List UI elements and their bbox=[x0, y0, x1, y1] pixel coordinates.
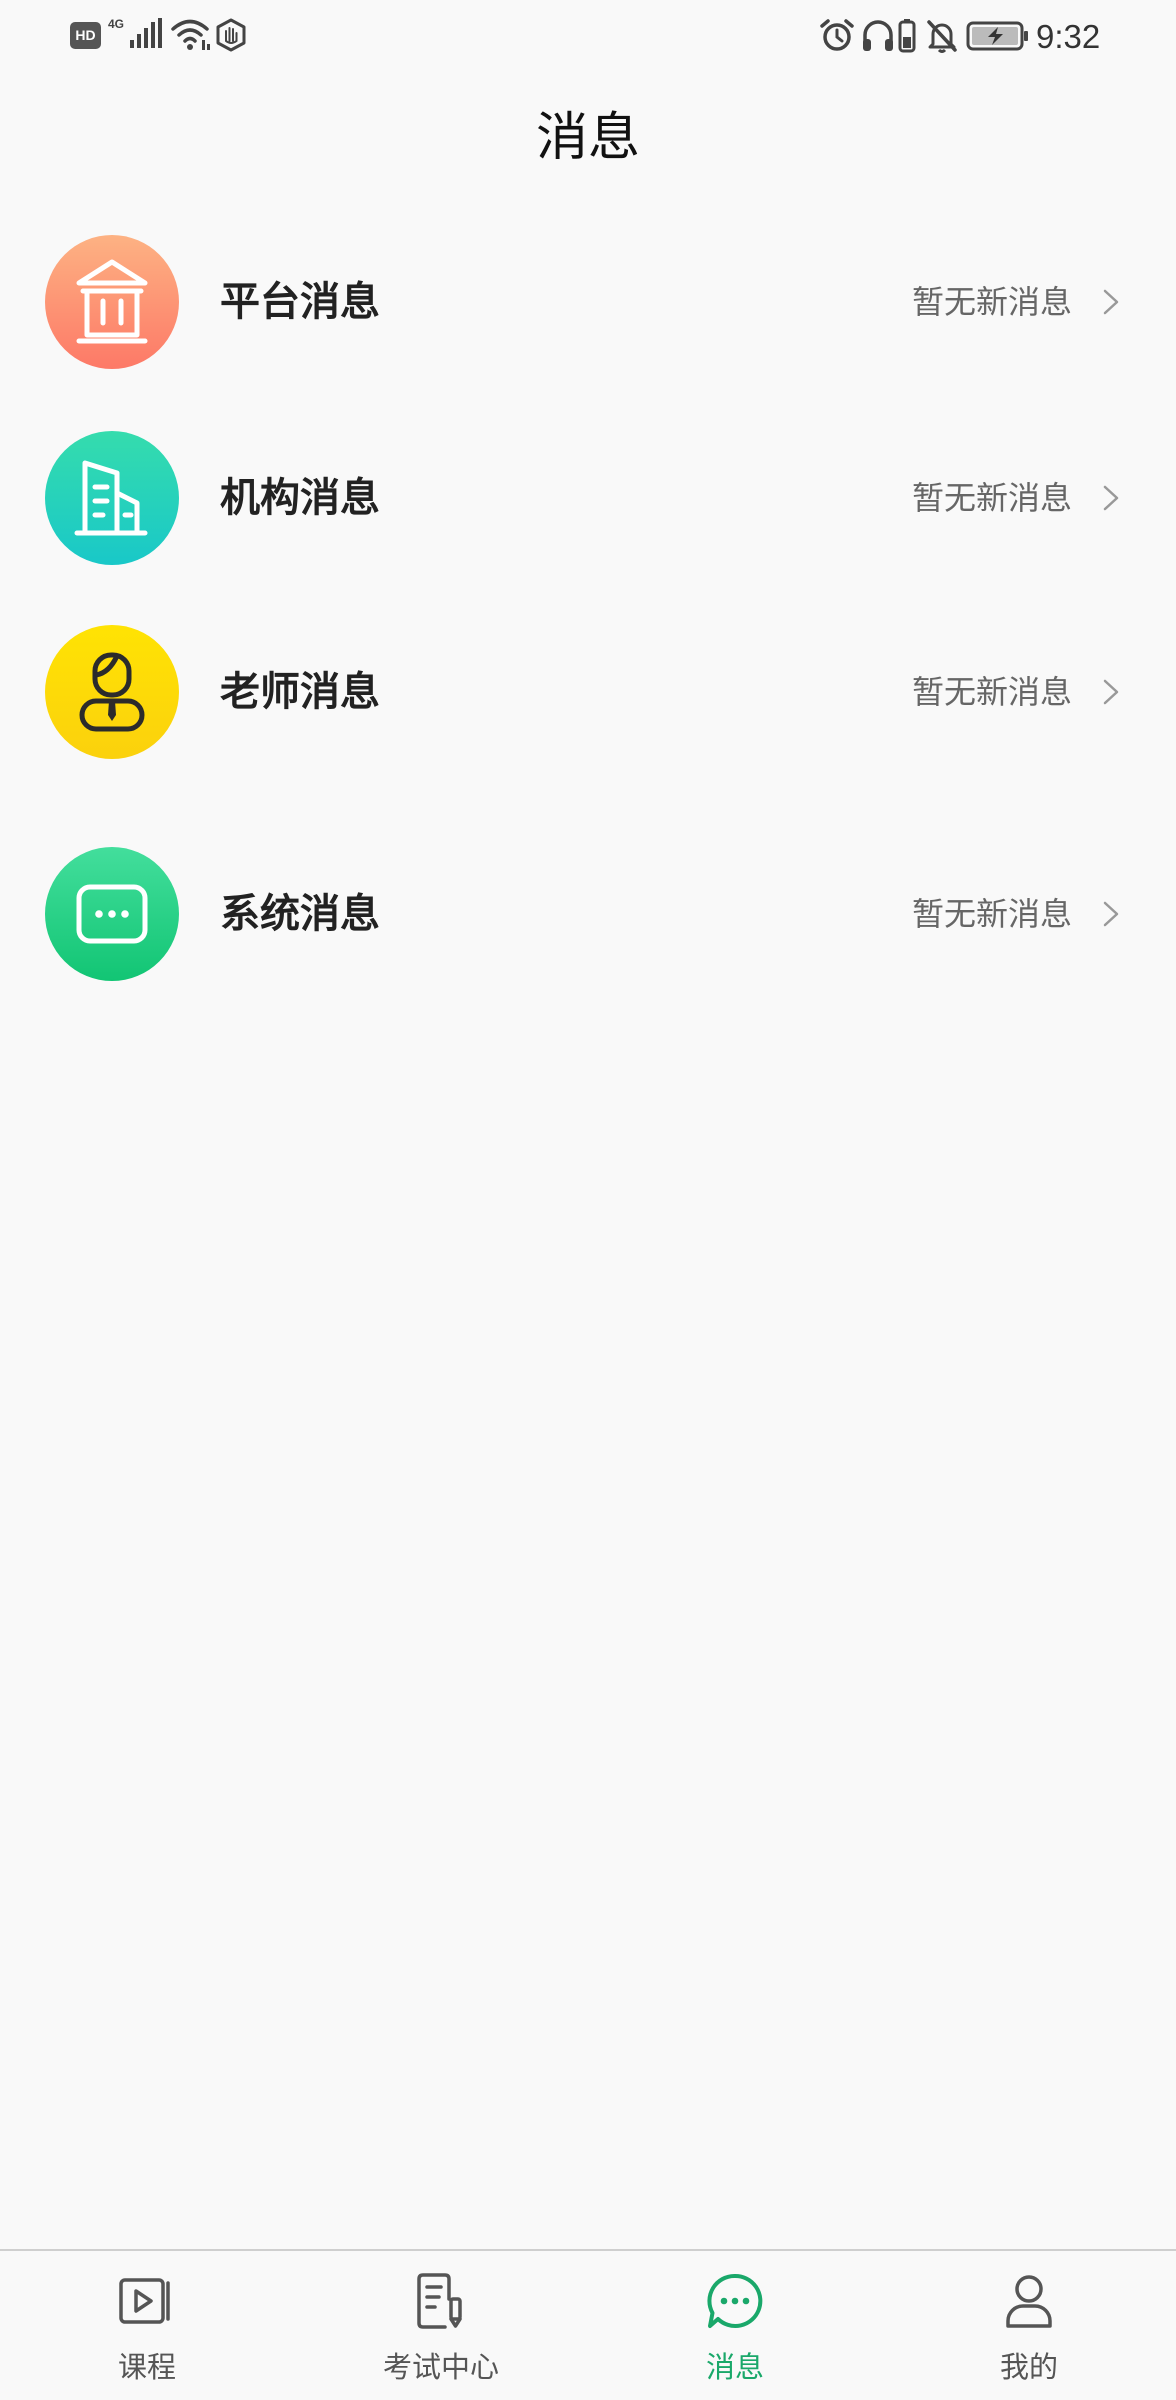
chevron-right-icon bbox=[1103, 679, 1119, 705]
tab-label: 课程 bbox=[117, 2350, 176, 2384]
chevron-right-icon bbox=[1103, 901, 1119, 927]
teacher-icon bbox=[45, 625, 179, 759]
row-title: 机构消息 bbox=[220, 475, 380, 521]
list-item-institution-messages[interactable]: 机构消息 暂无新消息 bbox=[0, 408, 1176, 588]
wifi-icon bbox=[171, 19, 210, 50]
row-title: 老师消息 bbox=[220, 669, 380, 715]
hexagon-hand-icon bbox=[216, 18, 246, 52]
headphones-icon bbox=[863, 20, 893, 51]
list-item-platform-messages[interactable]: 平台消息 暂无新消息 bbox=[0, 212, 1176, 392]
bank-icon bbox=[45, 235, 179, 369]
video-play-icon bbox=[119, 2278, 170, 2324]
tab-courses[interactable]: 课程 bbox=[0, 2251, 294, 2400]
tab-profile[interactable]: 我的 bbox=[882, 2251, 1176, 2400]
chat-bubble-icon bbox=[707, 2273, 763, 2328]
chevron-right-icon bbox=[1103, 485, 1119, 511]
tab-label: 消息 bbox=[705, 2350, 764, 2384]
row-status: 暂无新消息 bbox=[911, 283, 1072, 321]
tab-label: 考试中心 bbox=[382, 2350, 499, 2384]
tab-exam-center[interactable]: 考试中心 bbox=[294, 2251, 588, 2400]
building-icon bbox=[45, 431, 179, 565]
status-bar: HD 4G 9:32 bbox=[0, 0, 1176, 74]
clock-time: 9:32 bbox=[1036, 18, 1101, 55]
tab-messages[interactable]: 消息 bbox=[588, 2251, 882, 2400]
person-icon bbox=[1006, 2275, 1052, 2328]
row-status: 暂无新消息 bbox=[911, 479, 1072, 517]
page-title: 消息 bbox=[535, 108, 640, 168]
row-title: 平台消息 bbox=[220, 279, 380, 325]
signal-icon: 4G bbox=[108, 17, 162, 48]
row-status: 暂无新消息 bbox=[911, 895, 1072, 933]
bottom-tab-bar: 课程 考试中心 消息 我的 bbox=[0, 2249, 1176, 2400]
chat-dots-icon bbox=[45, 847, 179, 981]
chevron-right-icon bbox=[1103, 289, 1119, 315]
list-item-system-messages[interactable]: 系统消息 暂无新消息 bbox=[0, 824, 1176, 1004]
hd-icon: HD bbox=[70, 22, 101, 49]
tab-label: 我的 bbox=[999, 2350, 1058, 2384]
row-title: 系统消息 bbox=[220, 891, 380, 937]
list-item-teacher-messages[interactable]: 老师消息 暂无新消息 bbox=[0, 602, 1176, 782]
network-type-label: 4G bbox=[108, 17, 124, 31]
alarm-icon bbox=[820, 19, 854, 51]
bell-muted-icon bbox=[927, 20, 957, 53]
device-battery-icon bbox=[898, 19, 916, 53]
battery-charging-icon bbox=[966, 21, 1028, 51]
exam-document-icon bbox=[417, 2273, 462, 2329]
row-status: 暂无新消息 bbox=[911, 673, 1072, 711]
